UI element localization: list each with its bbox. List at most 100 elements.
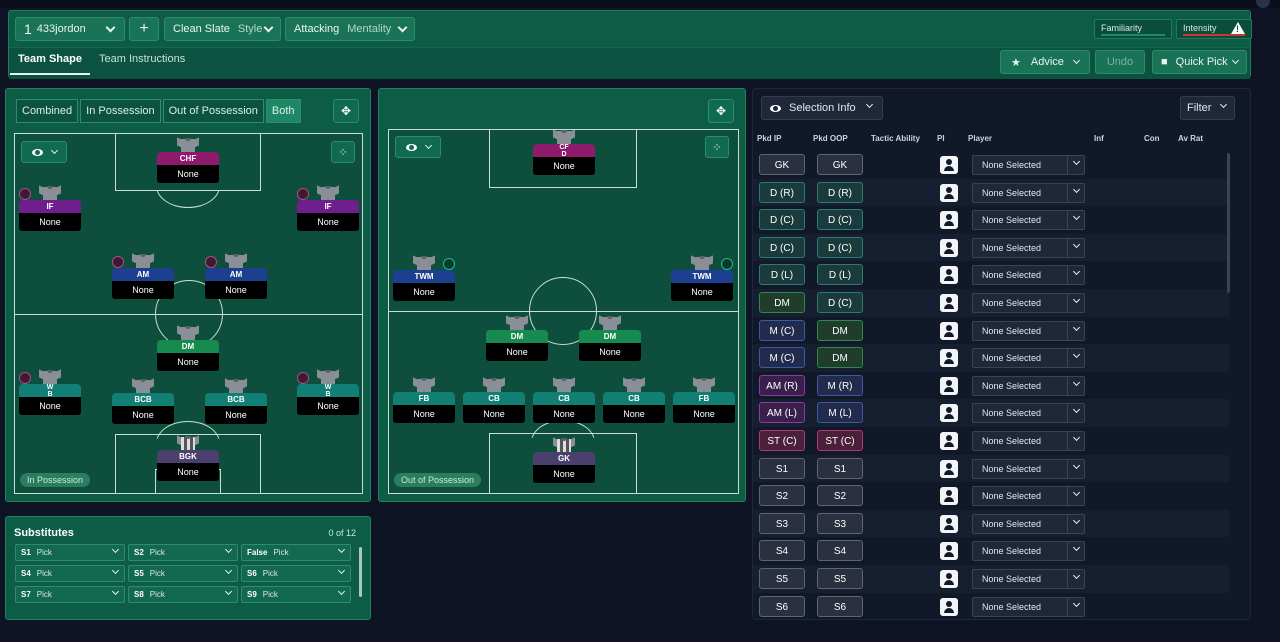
player-instructions-icon[interactable]	[940, 183, 958, 202]
tab-team-shape[interactable]: Team Shape	[10, 53, 90, 75]
player-select-dropdown[interactable]: None Selected	[972, 486, 1085, 507]
picked-out-of-possession-position[interactable]: D (R)	[817, 181, 863, 203]
tab-team-instructions[interactable]: Team Instructions	[99, 53, 185, 65]
picked-in-possession-position[interactable]: GK	[759, 154, 805, 175]
intensity-meter[interactable]: Intensity	[1176, 19, 1252, 39]
col-header-pkd-ip[interactable]: Pkd IP	[757, 134, 781, 143]
grid-icon[interactable]: ⁘	[331, 141, 355, 163]
picked-out-of-possession-position[interactable]: D (C)	[817, 209, 863, 231]
segment-in-possession[interactable]: In Possession	[80, 99, 161, 123]
picked-in-possession-position[interactable]: S3	[759, 512, 805, 534]
player-select-dropdown[interactable]: None Selected	[972, 513, 1085, 534]
picked-in-possession-position[interactable]: S6	[759, 595, 805, 617]
picked-in-possession-position[interactable]: D (C)	[759, 209, 805, 231]
tactic-selector[interactable]: 1 433jordon	[15, 17, 125, 41]
player-instructions-icon[interactable]	[940, 349, 958, 368]
player-select-dropdown[interactable]: None Selected	[972, 431, 1085, 451]
picked-in-possession-position[interactable]: D (L)	[759, 264, 805, 286]
player-instructions-icon[interactable]	[940, 459, 958, 478]
segment-out-of-possession[interactable]: Out of Possession	[162, 99, 264, 123]
undo-button[interactable]: Undo	[1095, 50, 1145, 74]
picked-in-possession-position[interactable]: ST (C)	[759, 430, 805, 451]
player-instructions-icon[interactable]	[940, 266, 958, 285]
player-select-dropdown[interactable]: None Selected	[972, 348, 1085, 369]
substitute-pick-dropdown[interactable]: S1 Pick	[15, 544, 125, 561]
picked-in-possession-position[interactable]: D (C)	[759, 236, 805, 258]
scrollbar[interactable]	[359, 547, 362, 597]
substitute-pick-dropdown[interactable]: False Pick	[241, 544, 351, 561]
picked-in-possession-position[interactable]: DM	[759, 292, 805, 313]
picked-out-of-possession-position[interactable]: S4	[817, 540, 863, 562]
player-instructions-icon[interactable]	[940, 570, 958, 588]
player-instructions-icon[interactable]	[940, 432, 958, 450]
player-select-dropdown[interactable]: None Selected	[972, 569, 1085, 589]
substitute-pick-dropdown[interactable]: S5 Pick	[128, 565, 238, 582]
player-instructions-icon[interactable]	[940, 597, 958, 616]
picked-out-of-possession-position[interactable]: S5	[817, 568, 863, 589]
col-header-av-rat[interactable]: Av Rat	[1178, 134, 1203, 143]
visibility-toggle[interactable]	[395, 136, 441, 158]
player-select-dropdown[interactable]: None Selected	[972, 265, 1085, 286]
player-select-dropdown[interactable]: None Selected	[972, 596, 1085, 617]
style-dropdown[interactable]: Clean Slate Style	[164, 17, 281, 41]
picked-out-of-possession-position[interactable]: S6	[817, 595, 863, 617]
picked-in-possession-position[interactable]: M (C)	[759, 319, 805, 341]
picked-in-possession-position[interactable]: M (C)	[759, 347, 805, 369]
substitute-pick-dropdown[interactable]: S6 Pick	[241, 565, 351, 582]
picked-out-of-possession-position[interactable]: S2	[817, 485, 863, 507]
player-instructions-icon[interactable]	[940, 238, 958, 257]
player-instructions-icon[interactable]	[940, 156, 958, 174]
player-select-dropdown[interactable]: None Selected	[972, 375, 1085, 396]
segment-both[interactable]: Both	[265, 99, 301, 123]
selection-info-dropdown[interactable]: Selection Info	[761, 96, 883, 120]
picked-out-of-possession-position[interactable]: M (R)	[817, 374, 863, 396]
player-instructions-icon[interactable]	[940, 542, 958, 561]
player-select-dropdown[interactable]: None Selected	[972, 403, 1085, 424]
substitute-pick-dropdown[interactable]: S8 Pick	[128, 586, 238, 603]
substitute-pick-dropdown[interactable]: S9 Pick	[241, 586, 351, 603]
picked-out-of-possession-position[interactable]: D (C)	[817, 292, 863, 313]
player-select-dropdown[interactable]: None Selected	[972, 320, 1085, 341]
picked-out-of-possession-position[interactable]: S1	[817, 457, 863, 479]
picked-in-possession-position[interactable]: S5	[759, 568, 805, 589]
familiarity-meter[interactable]: Familiarity	[1094, 19, 1172, 39]
mentality-dropdown[interactable]: Attacking Mentality	[285, 17, 415, 41]
formation-layout-icon[interactable]: ✥	[708, 99, 734, 123]
segment-combined[interactable]: Combined	[16, 99, 79, 123]
picked-out-of-possession-position[interactable]: D (L)	[817, 264, 863, 286]
visibility-toggle[interactable]	[21, 141, 67, 163]
add-tactic-button[interactable]: +	[129, 17, 159, 41]
player-select-dropdown[interactable]: None Selected	[972, 155, 1085, 175]
player-instructions-icon[interactable]	[940, 404, 958, 423]
formation-layout-icon[interactable]: ✥	[333, 99, 359, 123]
player-select-dropdown[interactable]: None Selected	[972, 237, 1085, 258]
player-select-dropdown[interactable]: None Selected	[972, 541, 1085, 562]
picked-out-of-possession-position[interactable]: ST (C)	[817, 430, 863, 451]
player-select-dropdown[interactable]: None Selected	[972, 458, 1085, 479]
player-instructions-icon[interactable]	[940, 514, 958, 533]
scrollbar[interactable]	[1227, 153, 1230, 293]
picked-in-possession-position[interactable]: S4	[759, 540, 805, 562]
col-header-inf[interactable]: Inf	[1094, 134, 1104, 143]
player-instructions-icon[interactable]	[940, 211, 958, 230]
picked-out-of-possession-position[interactable]: DM	[817, 319, 863, 341]
substitute-pick-dropdown[interactable]: S2 Pick	[128, 544, 238, 561]
player-select-dropdown[interactable]: None Selected	[972, 182, 1085, 203]
col-header-pkd-oop[interactable]: Pkd OOP	[813, 134, 848, 143]
substitute-pick-dropdown[interactable]: S7 Pick	[15, 586, 125, 603]
picked-in-possession-position[interactable]: AM (L)	[759, 402, 805, 424]
picked-out-of-possession-position[interactable]: S3	[817, 512, 863, 534]
filter-dropdown[interactable]: Filter	[1180, 96, 1235, 120]
grid-icon[interactable]: ⁘	[705, 136, 729, 158]
player-instructions-icon[interactable]	[940, 321, 958, 340]
picked-out-of-possession-position[interactable]: D (C)	[817, 236, 863, 258]
advice-button[interactable]: ★ Advice	[1000, 50, 1090, 74]
picked-out-of-possession-position[interactable]: DM	[817, 347, 863, 369]
col-header-con[interactable]: Con	[1144, 134, 1160, 143]
picked-in-possession-position[interactable]: S2	[759, 485, 805, 507]
picked-in-possession-position[interactable]: D (R)	[759, 181, 805, 203]
player-instructions-icon[interactable]	[940, 487, 958, 506]
picked-out-of-possession-position[interactable]: GK	[817, 154, 863, 175]
quick-pick-button[interactable]: ■ Quick Pick	[1152, 50, 1247, 74]
substitute-pick-dropdown[interactable]: S4 Pick	[15, 565, 125, 582]
